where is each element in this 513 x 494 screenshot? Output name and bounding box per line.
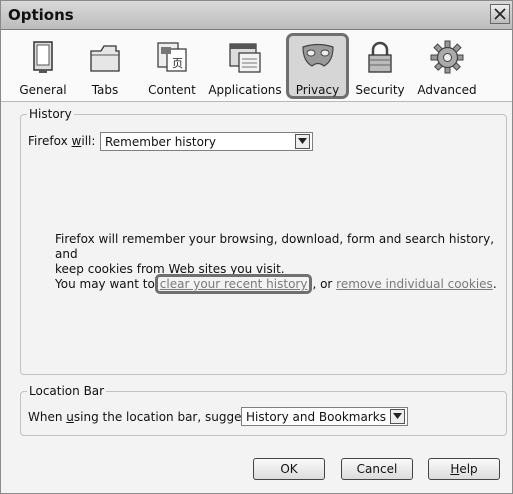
clear-history-sentence: You may want to clear your recent history… bbox=[55, 274, 497, 294]
svg-text:页: 页 bbox=[172, 57, 183, 70]
close-icon bbox=[494, 8, 506, 20]
tab-privacy[interactable]: Privacy bbox=[286, 33, 349, 99]
history-mode-select[interactable]: Remember history bbox=[100, 132, 313, 151]
tab-tabs[interactable]: Tabs bbox=[83, 33, 127, 99]
gear-icon bbox=[430, 40, 464, 74]
title-bar: Options bbox=[1, 1, 512, 30]
history-legend: History bbox=[29, 107, 72, 121]
firefox-will-label: Firefox will: bbox=[28, 134, 96, 148]
tab-content[interactable]: 页 Content bbox=[141, 33, 203, 99]
chevron-down-icon[interactable] bbox=[295, 134, 310, 149]
tab-advanced[interactable]: Advanced bbox=[415, 33, 479, 99]
general-icon bbox=[33, 41, 53, 73]
location-bar-legend: Location Bar bbox=[29, 384, 105, 398]
history-mode-value: Remember history bbox=[105, 135, 216, 149]
lock-icon bbox=[368, 41, 392, 73]
tab-content-label: Content bbox=[148, 83, 196, 97]
tab-applications-label: Applications bbox=[208, 83, 282, 97]
content-icon: 页 bbox=[157, 42, 187, 72]
tab-security-label: Security bbox=[355, 83, 405, 97]
suggest-select[interactable]: History and Bookmarks bbox=[241, 407, 408, 426]
suggest-label: When using the location bar, suggest: bbox=[28, 410, 257, 424]
remove-individual-cookies-link[interactable]: remove individual cookies bbox=[336, 277, 493, 291]
ok-button[interactable]: OK bbox=[253, 458, 325, 480]
tab-general[interactable]: General bbox=[17, 33, 69, 99]
tab-general-label: General bbox=[19, 83, 67, 97]
options-dialog: Options General Tabs 页 Content Applicati… bbox=[0, 0, 513, 494]
history-description: Firefox will remember your browsing, dow… bbox=[55, 232, 495, 276]
close-button[interactable] bbox=[490, 4, 510, 24]
suggest-value: History and Bookmarks bbox=[246, 410, 386, 424]
chevron-down-icon[interactable] bbox=[390, 409, 405, 424]
tab-applications[interactable]: Applications bbox=[208, 33, 282, 99]
tab-privacy-label: Privacy bbox=[295, 83, 340, 97]
applications-icon bbox=[229, 43, 261, 73]
tab-advanced-label: Advanced bbox=[417, 83, 477, 97]
window-title: Options bbox=[8, 6, 74, 24]
privacy-mask-icon bbox=[301, 43, 334, 67]
cancel-button[interactable]: Cancel bbox=[341, 458, 413, 480]
tab-security[interactable]: Security bbox=[352, 33, 408, 99]
tab-tabs-label: Tabs bbox=[91, 83, 119, 97]
tabs-icon bbox=[90, 45, 120, 72]
help-button[interactable]: Help bbox=[428, 458, 500, 480]
options-toolbar: General Tabs 页 Content Applications Priv… bbox=[1, 30, 512, 102]
clear-recent-history-link[interactable]: clear your recent history bbox=[160, 277, 308, 291]
